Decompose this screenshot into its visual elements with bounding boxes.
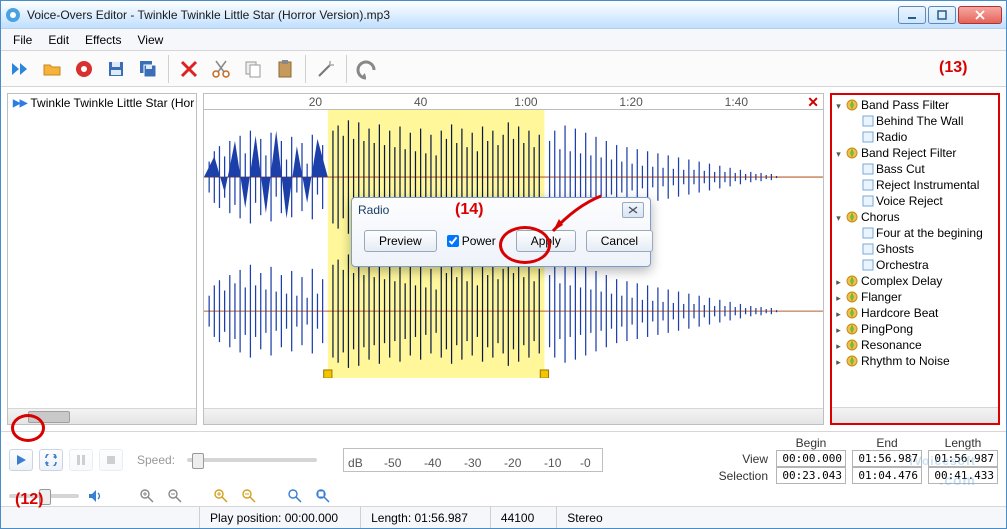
close-button[interactable]: [958, 6, 1002, 24]
cut-icon[interactable]: [206, 54, 236, 84]
status-length: 01:56.987: [415, 511, 468, 525]
apply-button[interactable]: Apply: [516, 230, 576, 252]
menu-edit[interactable]: Edit: [40, 31, 77, 49]
track-label: Twinkle Twinkle Little Star (Hor: [30, 96, 194, 110]
speaker-icon[interactable]: [87, 488, 103, 504]
sel-begin[interactable]: 00:23.043: [776, 467, 846, 484]
transport-area: Speed: dB -50 -40 -30 -20 -10 -0 Begin E…: [1, 431, 1006, 506]
menu-file[interactable]: File: [5, 31, 40, 49]
zoom-selection-icon[interactable]: [285, 486, 305, 506]
volume-slider[interactable]: [9, 494, 79, 498]
time-table: Begin End Length View 00:00.000 01:56.98…: [719, 436, 998, 484]
status-channels: Stereo: [556, 507, 612, 528]
play-button[interactable]: [9, 449, 33, 471]
status-sample-rate: 44100: [490, 507, 544, 528]
view-length[interactable]: 01:56.987: [928, 450, 998, 467]
track-item[interactable]: ▶▶ Twinkle Twinkle Little Star (Hor: [8, 94, 196, 112]
copy-icon[interactable]: [238, 54, 268, 84]
play-position: 00:00.000: [285, 511, 338, 525]
effects-scrollbar[interactable]: [832, 407, 998, 423]
track-list-panel: ▶▶ Twinkle Twinkle Little Star (Hor: [7, 93, 197, 425]
effect-dialog: Radio Preview Power Apply Cancel: [351, 197, 651, 267]
save-icon[interactable]: [101, 54, 131, 84]
maximize-button[interactable]: [928, 6, 956, 24]
sel-end[interactable]: 01:04.476: [852, 467, 922, 484]
speed-label: Speed:: [137, 453, 175, 467]
dialog-title: Radio: [358, 203, 389, 217]
zoom-full-icon[interactable]: [313, 486, 333, 506]
menu-view[interactable]: View: [130, 31, 172, 49]
toolbar: [1, 51, 1006, 87]
speed-slider[interactable]: [187, 458, 317, 462]
app-window: Voice-Overs Editor - Twinkle Twinkle Lit…: [0, 0, 1007, 529]
sel-length[interactable]: 00:41.433: [928, 467, 998, 484]
save-all-icon[interactable]: [133, 54, 163, 84]
undo-icon[interactable]: [352, 54, 382, 84]
pause-button[interactable]: [69, 449, 93, 471]
preview-button[interactable]: Preview: [364, 230, 437, 252]
open-folder-icon[interactable]: [37, 54, 67, 84]
waveform-scrollbar[interactable]: [204, 408, 823, 424]
zoom-out-vertical-icon[interactable]: [239, 486, 259, 506]
status-bar: Play position: 00:00.000 Length: 01:56.9…: [1, 506, 1006, 528]
view-end[interactable]: 01:56.987: [852, 450, 922, 467]
minimize-button[interactable]: [898, 6, 926, 24]
window-title: Voice-Overs Editor - Twinkle Twinkle Lit…: [27, 8, 898, 22]
menu-bar: File Edit Effects View: [1, 29, 1006, 51]
fast-forward-icon[interactable]: [5, 54, 35, 84]
dialog-close-button[interactable]: [622, 202, 644, 218]
zoom-in-vertical-icon[interactable]: [211, 486, 231, 506]
app-icon: [5, 7, 21, 23]
record-icon[interactable]: [69, 54, 99, 84]
paste-icon[interactable]: [270, 54, 300, 84]
effects-tree-panel: ▾Band Pass Filter Behind The Wall Radio …: [830, 93, 1000, 425]
view-begin[interactable]: 00:00.000: [776, 450, 846, 467]
level-meter: dB -50 -40 -30 -20 -10 -0: [343, 448, 603, 472]
track-play-icon: ▶▶: [13, 98, 26, 109]
power-checkbox[interactable]: Power: [447, 234, 496, 248]
time-ruler[interactable]: 20 40 1:00 1:20 1:40: [204, 94, 823, 110]
stop-button[interactable]: [99, 449, 123, 471]
title-bar: Voice-Overs Editor - Twinkle Twinkle Lit…: [1, 1, 1006, 29]
delete-icon[interactable]: [174, 54, 204, 84]
wand-icon[interactable]: [311, 54, 341, 84]
loop-button[interactable]: [39, 449, 63, 471]
cancel-button[interactable]: Cancel: [586, 230, 653, 252]
zoom-out-horizontal-icon[interactable]: [165, 486, 185, 506]
menu-effects[interactable]: Effects: [77, 31, 129, 49]
effects-tree[interactable]: ▾Band Pass Filter Behind The Wall Radio …: [832, 95, 998, 407]
track-list-scrollbar[interactable]: [8, 408, 196, 424]
zoom-in-horizontal-icon[interactable]: [137, 486, 157, 506]
